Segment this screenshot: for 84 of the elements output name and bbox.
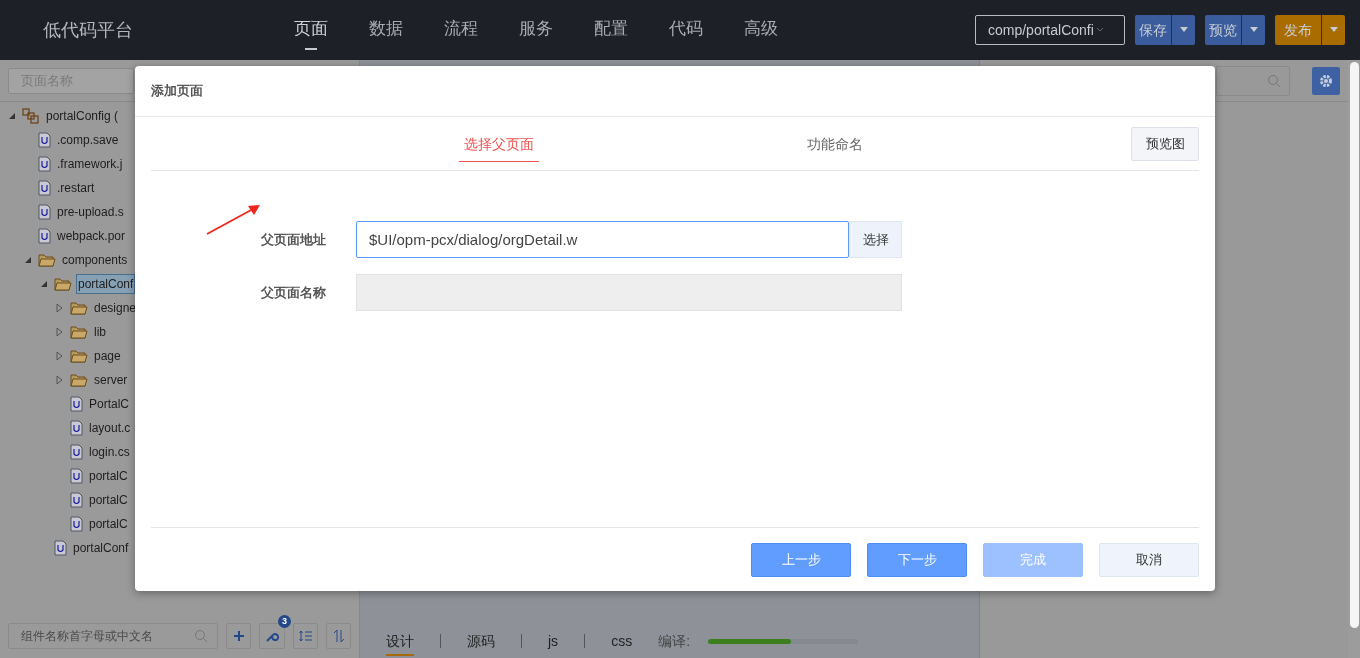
- nav-tab[interactable]: 高级: [744, 8, 778, 52]
- file-icon: [70, 444, 83, 460]
- tree-item[interactable]: .comp.save: [55, 131, 121, 149]
- settings-icon: [1319, 73, 1333, 88]
- action-button[interactable]: 保存: [1135, 15, 1171, 45]
- file-icon: [38, 204, 51, 220]
- file-icon: [38, 132, 51, 148]
- folder-icon: [70, 325, 88, 339]
- address-input[interactable]: $UI/opm-pcx/dialog/orgDetail.w: [356, 221, 849, 258]
- nav-tab[interactable]: 页面: [294, 8, 328, 52]
- dropdown-button[interactable]: [1241, 15, 1265, 45]
- choose-button[interactable]: 选择: [849, 221, 902, 258]
- tree-item[interactable]: portalC: [87, 467, 130, 485]
- tree-item[interactable]: webpack.por: [55, 227, 128, 245]
- step-tab[interactable]: 选择父页面: [459, 125, 539, 162]
- search-icon: [1267, 73, 1281, 88]
- editor-tab[interactable]: 源码: [467, 626, 495, 656]
- folder-icon: [70, 301, 88, 315]
- plus-icon: [232, 630, 245, 642]
- tree-item[interactable]: components: [60, 251, 130, 269]
- caret-icon: [1329, 27, 1338, 33]
- file-icon: [70, 396, 83, 412]
- line-spacing-button[interactable]: [293, 623, 318, 649]
- tree-item[interactable]: login.cs: [87, 443, 132, 461]
- sort-icon: [332, 629, 345, 643]
- line-spacing-icon: [298, 630, 313, 642]
- editor-tab[interactable]: js: [548, 626, 559, 656]
- folder-icon: [54, 277, 72, 291]
- sort-button[interactable]: [326, 623, 351, 649]
- compile-label: 编译:: [658, 631, 690, 651]
- dialog-title: 添加页面: [151, 82, 203, 101]
- tree-item[interactable]: designe: [92, 299, 139, 317]
- folder-icon: [70, 349, 88, 363]
- action-button[interactable]: 预览: [1205, 15, 1241, 45]
- file-icon: [38, 228, 51, 244]
- file-icon: [70, 492, 83, 508]
- nav-tab[interactable]: 代码: [669, 8, 703, 52]
- editor-tab[interactable]: css: [611, 626, 633, 656]
- chevron-down-icon: [1095, 27, 1104, 33]
- tree-item[interactable]: .framework.j: [55, 155, 125, 173]
- tree-item[interactable]: layout.c: [87, 419, 133, 437]
- dropdown-button[interactable]: [1321, 15, 1345, 45]
- tree-item[interactable]: portalC: [87, 491, 130, 509]
- caret-icon: [1179, 27, 1188, 33]
- tree-item[interactable]: pre-upload.s: [55, 203, 126, 221]
- tree-item[interactable]: portalC: [87, 515, 130, 533]
- tree-item[interactable]: lib: [92, 323, 108, 341]
- tree-item[interactable]: page: [92, 347, 123, 365]
- path-select[interactable]: comp/portalConfi: [975, 15, 1125, 45]
- add-button[interactable]: [226, 623, 251, 649]
- arrow-annotation: [205, 202, 261, 236]
- tree-item[interactable]: portalConf: [76, 274, 136, 294]
- field-label: 父页面地址: [260, 230, 327, 249]
- file-icon: [38, 156, 51, 172]
- tree-item[interactable]: portalConfig (: [44, 107, 121, 125]
- search-icon: [194, 629, 208, 643]
- file-icon: [54, 540, 67, 556]
- tree-item[interactable]: portalConf: [71, 539, 131, 557]
- folder-icon: [38, 253, 56, 267]
- file-icon: [70, 516, 83, 532]
- nav-tab[interactable]: 服务: [519, 8, 553, 52]
- dropdown-button[interactable]: [1171, 15, 1195, 45]
- editor-tab[interactable]: 设计: [386, 626, 414, 656]
- dialog-button[interactable]: 取消: [1099, 542, 1199, 577]
- nav-tab[interactable]: 数据: [369, 8, 403, 52]
- nav-tab[interactable]: 流程: [444, 8, 478, 52]
- file-icon: [38, 180, 51, 196]
- nav-tab[interactable]: 配置: [594, 8, 628, 52]
- component-icon: [22, 108, 40, 124]
- field-label: 父页面名称: [260, 283, 327, 302]
- step-tab[interactable]: 功能命名: [795, 125, 875, 162]
- tree-item[interactable]: server: [92, 371, 130, 389]
- file-icon: [70, 468, 83, 484]
- tree-item[interactable]: PortalC: [87, 395, 131, 413]
- settings-button[interactable]: [1312, 66, 1340, 95]
- file-icon: [70, 420, 83, 436]
- preview-image-button[interactable]: 预览图: [1131, 126, 1199, 161]
- caret-icon: [1249, 27, 1258, 33]
- search-field[interactable]: [1216, 65, 1290, 96]
- tree-item[interactable]: .restart: [55, 179, 97, 197]
- logo: 低代码平台: [43, 18, 134, 42]
- folder-icon: [70, 373, 88, 387]
- count-badge: 3: [278, 615, 291, 628]
- component-search-field[interactable]: 组件名称首字母或中文名: [8, 623, 218, 649]
